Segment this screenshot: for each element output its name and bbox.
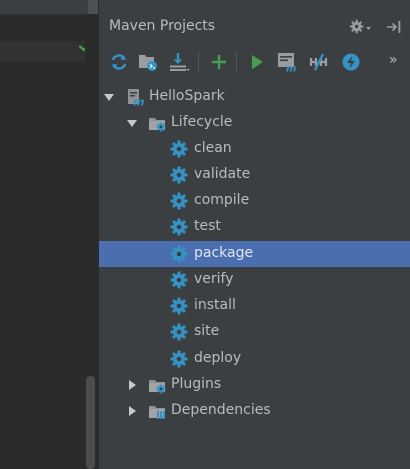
lifecycle-folder-icon — [148, 114, 166, 132]
editor-tab[interactable] — [88, 0, 98, 14]
plugins-folder-icon — [148, 376, 166, 394]
reimport-icon[interactable] — [107, 50, 131, 74]
lifecycle-goal-package[interactable]: package — [99, 241, 410, 267]
panel-title: Maven Projects — [109, 18, 216, 34]
execute-goal-icon[interactable]: m — [276, 50, 300, 74]
lifecycle-goal-validate[interactable]: validate — [99, 162, 410, 188]
tree-node-label: HelloSpark — [149, 88, 225, 104]
svg-text:m: m — [286, 64, 296, 73]
gear-icon — [170, 192, 188, 210]
gear-icon — [170, 271, 188, 289]
tree-node-plugins[interactable]: Plugins — [99, 372, 410, 398]
gear-icon — [170, 323, 188, 341]
expanded-arrow-icon[interactable] — [103, 91, 115, 103]
editor-tab-strip — [0, 0, 98, 15]
editor-divider — [0, 61, 98, 62]
collapsed-arrow-icon[interactable] — [126, 405, 138, 417]
gear-icon — [170, 166, 188, 184]
toolbar-separator — [198, 52, 199, 72]
lifecycle-goal-clean[interactable]: clean — [99, 136, 410, 162]
hide-icon[interactable] — [385, 18, 403, 36]
maven-projects-panel: Maven Projects m » m HelloSpark Lifecycl… — [98, 0, 410, 469]
tree-node-label: Lifecycle — [171, 114, 233, 130]
gear-icon — [170, 350, 188, 368]
editor-area — [0, 0, 98, 469]
toggle-offline-icon[interactable] — [307, 50, 331, 74]
maven-project-tree: m HelloSpark Lifecycle clean validate co… — [99, 84, 410, 469]
lifecycle-goal-deploy[interactable]: deploy — [99, 346, 410, 372]
expanded-arrow-icon[interactable] — [126, 117, 138, 129]
run-icon[interactable] — [245, 50, 269, 74]
goal-label: site — [194, 323, 220, 339]
panel-title-bar: Maven Projects — [99, 12, 410, 42]
goal-label: verify — [194, 271, 234, 287]
tree-node-label: Plugins — [171, 376, 222, 392]
editor-scrollbar-thumb[interactable] — [86, 376, 95, 469]
tree-node-project[interactable]: m HelloSpark — [99, 84, 410, 110]
goal-label: clean — [194, 140, 232, 156]
svg-text:m: m — [133, 96, 144, 107]
lifecycle-goal-site[interactable]: site — [99, 319, 410, 345]
lifecycle-goal-verify[interactable]: verify — [99, 267, 410, 293]
gear-icon[interactable] — [349, 18, 371, 36]
goal-label: install — [194, 297, 236, 313]
toolbar-separator — [236, 52, 237, 72]
tree-node-dependencies[interactable]: Dependencies — [99, 398, 410, 424]
download-icon[interactable] — [168, 50, 192, 74]
goal-label: test — [194, 218, 221, 234]
collapsed-arrow-icon[interactable] — [126, 379, 138, 391]
goal-label: package — [194, 245, 254, 261]
generate-sources-icon[interactable] — [137, 50, 161, 74]
tree-node-label: Dependencies — [171, 402, 271, 418]
dependencies-folder-icon — [148, 402, 165, 419]
maven-project-icon: m — [128, 89, 144, 107]
more-icon[interactable]: » — [389, 52, 405, 72]
goal-label: compile — [194, 192, 250, 208]
gear-icon — [170, 245, 188, 263]
goal-label: deploy — [194, 350, 242, 366]
gear-icon — [170, 140, 188, 158]
tree-node-lifecycle[interactable]: Lifecycle — [99, 110, 410, 136]
goal-label: validate — [194, 166, 251, 182]
gear-icon — [170, 218, 188, 236]
lifecycle-goal-install[interactable]: install — [99, 293, 410, 319]
lifecycle-goal-test[interactable]: test — [99, 214, 410, 240]
add-icon[interactable] — [207, 50, 231, 74]
skip-tests-icon[interactable] — [339, 50, 363, 74]
maven-toolbar: m » — [99, 46, 410, 78]
lifecycle-goal-compile[interactable]: compile — [99, 188, 410, 214]
gear-icon — [170, 297, 188, 315]
